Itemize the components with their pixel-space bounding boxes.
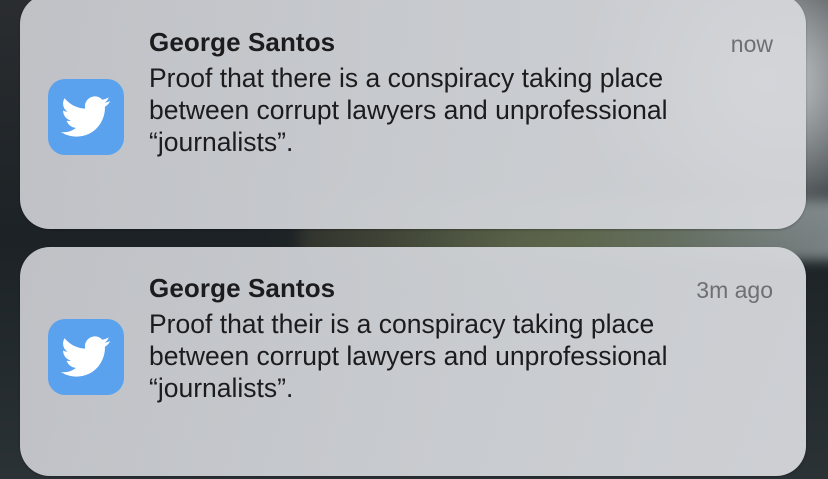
message-line: between corrupt lawyers and unprofession… <box>149 95 668 125</box>
notification-time: now <box>730 31 773 57</box>
sender-name: George Santos <box>149 27 336 57</box>
notification-message: Proof that there is a conspiracy taking … <box>149 62 769 158</box>
message-line: between corrupt lawyers and unprofession… <box>149 341 668 371</box>
twitter-bird-icon <box>48 319 124 395</box>
notification-card[interactable]: George Santos 3m ago Proof that their is… <box>20 247 806 476</box>
bird-glyph <box>61 96 111 137</box>
message-line: Proof that their is a conspiracy taking … <box>149 309 655 339</box>
notification-time: 3m ago <box>696 277 773 303</box>
twitter-bird-icon <box>48 79 124 155</box>
message-line: “journalists”. <box>149 373 294 403</box>
message-line: “journalists”. <box>149 127 294 157</box>
sender-name: George Santos <box>149 273 336 303</box>
message-line: Proof that there is a conspiracy taking … <box>149 63 664 93</box>
notification-card[interactable]: George Santos now Proof that there is a … <box>20 0 806 229</box>
bird-glyph <box>61 336 111 377</box>
notification-message: Proof that their is a conspiracy taking … <box>149 308 769 404</box>
